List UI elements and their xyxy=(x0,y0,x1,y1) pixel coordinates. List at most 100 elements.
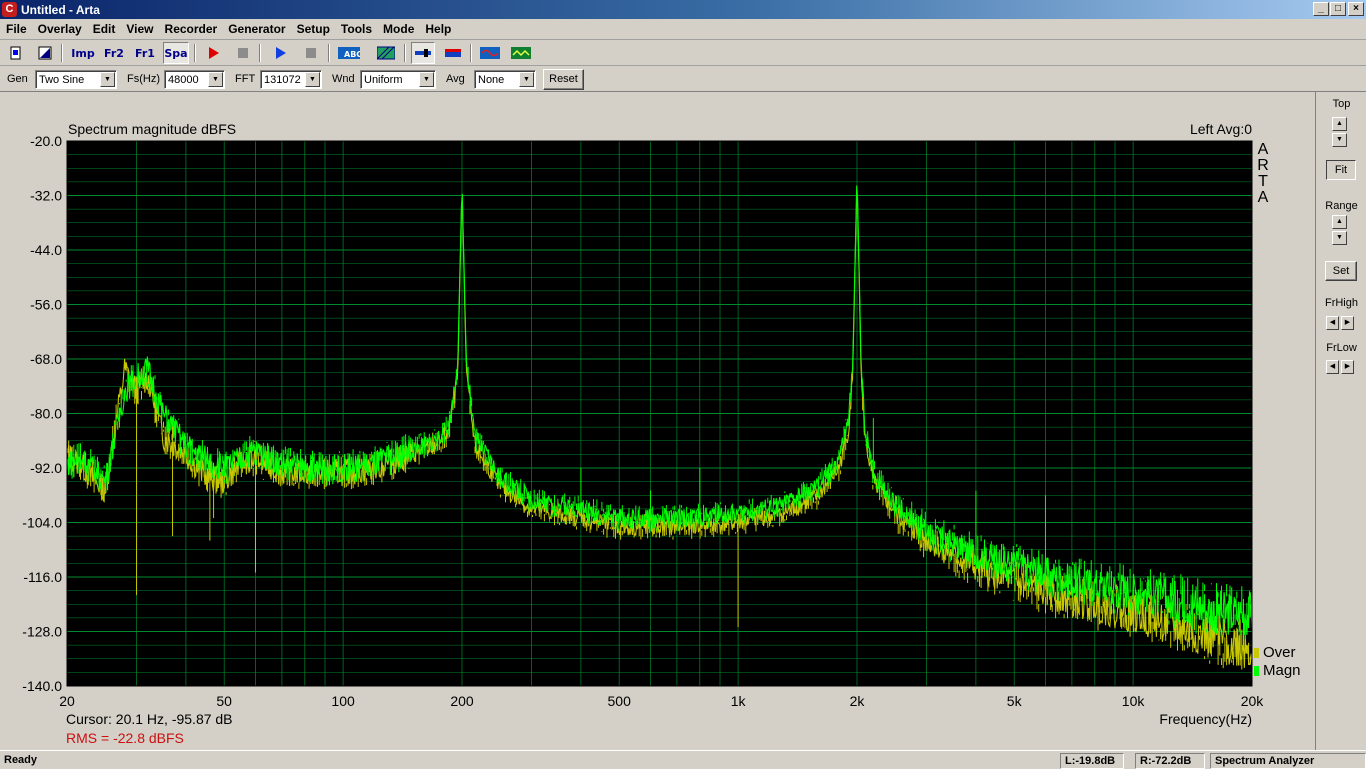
spectrum-chart[interactable]: -20.0 -32.0 -44.0 -56.0 -68.0 -80.0 -92.0 -104.… xyxy=(0,92,1316,750)
x-tick-label: 100 xyxy=(331,693,355,709)
toolbar: Imp Fr2 Fr1 Spa ABC xyxy=(0,40,1366,66)
x-tick-label: 20 xyxy=(59,693,75,709)
range-label: Range xyxy=(1325,200,1358,212)
menu-view[interactable]: View xyxy=(120,19,158,36)
y-tick-label: -104.0 xyxy=(22,515,62,531)
y-tick-label: -80.0 xyxy=(30,406,62,422)
scope-icon[interactable] xyxy=(509,42,533,64)
avg-select[interactable]: None ▼ xyxy=(474,70,536,89)
minimize-button[interactable]: _ xyxy=(1313,2,1329,16)
plot-panel: -20.0 -32.0 -44.0 -56.0 -68.0 -80.0 -92.0 -104.… xyxy=(0,92,1316,750)
wnd-select[interactable]: Uniform ▼ xyxy=(360,70,436,89)
chevron-down-icon[interactable]: ▼ xyxy=(419,72,434,87)
menu-file[interactable]: File xyxy=(0,19,32,36)
chevron-down-icon[interactable]: ▼ xyxy=(100,72,115,87)
menu-edit[interactable]: Edit xyxy=(87,19,121,36)
window-title: Untitled - Arta xyxy=(21,3,100,17)
spa-mode-icon[interactable]: Spa xyxy=(163,42,189,64)
avg-label: Avg xyxy=(446,73,465,85)
control-bar: Gen Two Sine ▼ Fs(Hz) 48000 ▼ FFT 131072 ▼ … xyxy=(0,66,1366,92)
x-tick-label: 5k xyxy=(1007,693,1023,709)
frhigh-right-spin[interactable]: ▶ xyxy=(1341,316,1354,330)
stop-play-icon[interactable] xyxy=(299,42,323,64)
legend-swatch-over xyxy=(1254,648,1259,658)
generator-scope-icon[interactable] xyxy=(478,42,502,64)
legend-label-magn: Magn xyxy=(1263,662,1301,679)
imp-mode-icon[interactable]: Imp xyxy=(70,42,96,64)
y-tick-label: -20.0 xyxy=(30,133,62,149)
rms-readout: RMS = -22.8 dBFS xyxy=(66,730,184,746)
chevron-down-icon[interactable]: ▼ xyxy=(208,72,223,87)
open-icon[interactable] xyxy=(33,42,57,64)
status-ready: Ready xyxy=(4,754,38,766)
maximize-button[interactable]: □ xyxy=(1330,2,1346,16)
close-button[interactable]: × xyxy=(1348,2,1364,16)
spectrum-bar-icon[interactable] xyxy=(441,42,465,64)
wnd-label: Wnd xyxy=(332,73,355,85)
frlow-left-spin[interactable]: ◀ xyxy=(1326,360,1339,374)
overlay-abc-label: ABC xyxy=(344,50,360,59)
fs-select[interactable]: 48000 ▼ xyxy=(164,70,225,89)
menu-mode[interactable]: Mode xyxy=(377,19,419,36)
play-icon[interactable] xyxy=(268,42,292,64)
gen-label: Gen xyxy=(7,73,28,85)
arta-watermark-letter: A xyxy=(1258,189,1269,206)
y-tick-label: -140.0 xyxy=(22,678,62,694)
chevron-down-icon[interactable]: ▼ xyxy=(519,72,534,87)
wnd-select-value: Uniform xyxy=(364,74,403,86)
title-bar[interactable]: C Untitled - Arta _ □ × xyxy=(0,0,1366,19)
status-mode: Spectrum Analyzer xyxy=(1210,753,1366,769)
fr1-mode-icon[interactable]: Fr1 xyxy=(132,42,158,64)
chart-title: Spectrum magnitude dBFS xyxy=(68,121,236,137)
x-tick-label: 10k xyxy=(1122,693,1146,709)
app-icon[interactable]: C xyxy=(2,2,17,17)
fs-select-value: 48000 xyxy=(168,74,199,86)
record-icon[interactable] xyxy=(201,42,225,64)
frlow-right-spin[interactable]: ▶ xyxy=(1341,360,1354,374)
menu-overlay[interactable]: Overlay xyxy=(32,19,87,36)
stop-record-icon[interactable] xyxy=(231,42,255,64)
x-tick-label: 500 xyxy=(608,693,632,709)
fr2-mode-icon[interactable]: Fr2 xyxy=(101,42,127,64)
overlay-abc-icon[interactable]: ABC xyxy=(336,42,362,64)
fft-select[interactable]: 131072 ▼ xyxy=(260,70,322,89)
top-up-spin[interactable]: ▲ xyxy=(1332,117,1347,131)
frhigh-left-spin[interactable]: ◀ xyxy=(1326,316,1339,330)
menu-bar: File Overlay Edit View Recorder Generator Setu… xyxy=(0,19,1366,40)
meter-icon[interactable] xyxy=(411,42,435,64)
status-bar: Ready L:-19.8dB R:-72.2dB Spectrum Analy… xyxy=(0,750,1366,769)
set-button[interactable]: Set xyxy=(1325,261,1357,281)
menu-setup[interactable]: Setup xyxy=(291,19,335,36)
x-axis-label: Frequency(Hz) xyxy=(1159,711,1252,727)
y-tick-label: -116.0 xyxy=(23,569,62,585)
new-icon[interactable] xyxy=(4,42,28,64)
gen-select-value: Two Sine xyxy=(39,74,85,86)
top-down-spin[interactable]: ▼ xyxy=(1332,133,1347,147)
hatch-icon[interactable] xyxy=(374,42,398,64)
fs-label: Fs(Hz) xyxy=(127,73,160,85)
menu-generator[interactable]: Generator xyxy=(222,19,290,36)
range-down-spin[interactable]: ▼ xyxy=(1332,231,1347,245)
y-tick-label: -44.0 xyxy=(30,242,62,258)
chevron-down-icon[interactable]: ▼ xyxy=(305,72,320,87)
x-tick-label: 1k xyxy=(731,693,747,709)
y-tick-label: -32.0 xyxy=(30,188,62,204)
status-right-level: R:-72.2dB xyxy=(1135,753,1205,769)
y-tick-label: -68.0 xyxy=(30,351,62,367)
top-label: Top xyxy=(1332,98,1351,110)
reset-button[interactable]: Reset xyxy=(543,69,584,90)
avg-select-value: None xyxy=(478,74,505,86)
gen-select[interactable]: Two Sine ▼ xyxy=(35,70,117,89)
fft-label: FFT xyxy=(235,73,256,85)
menu-recorder[interactable]: Recorder xyxy=(159,19,223,36)
menu-tools[interactable]: Tools xyxy=(335,19,377,36)
arta-watermark-letter: T xyxy=(1258,173,1268,190)
menu-help[interactable]: Help xyxy=(419,19,456,36)
x-tick-label: 50 xyxy=(216,693,232,709)
cursor-readout: Cursor: 20.1 Hz, -95.87 dB xyxy=(66,711,233,727)
range-up-spin[interactable]: ▲ xyxy=(1332,215,1347,229)
y-tick-label: -92.0 xyxy=(30,460,62,476)
fit-button[interactable]: Fit xyxy=(1326,160,1356,180)
frhigh-label: FrHigh xyxy=(1324,297,1358,309)
channel-info: Left Avg:0 xyxy=(1190,121,1252,137)
